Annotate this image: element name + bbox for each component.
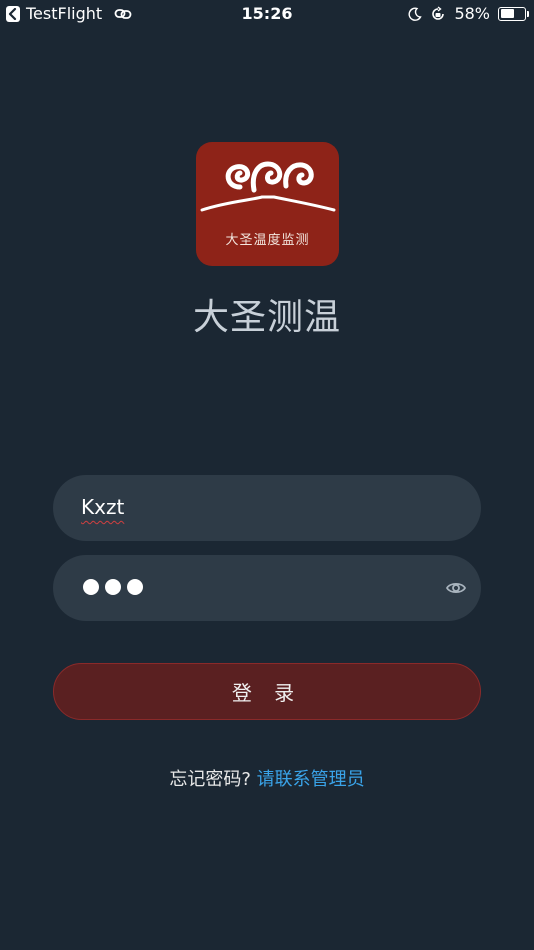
battery-icon bbox=[498, 6, 529, 21]
battery-percent: 58% bbox=[454, 4, 490, 23]
battery-level-fill bbox=[500, 9, 514, 18]
status-bar: TestFlight 15:26 58% bbox=[0, 0, 534, 28]
password-dot bbox=[127, 579, 143, 595]
app-logo: 大圣温度监测 bbox=[196, 142, 339, 266]
password-dot bbox=[83, 579, 99, 595]
username-field[interactable]: Kxzt bbox=[53, 475, 481, 541]
username-value[interactable]: Kxzt bbox=[81, 495, 124, 519]
login-button[interactable]: 登 录 bbox=[53, 663, 481, 720]
login-screen: TestFlight 15:26 58% 大圣温度监测 大圣测温 Kxzt 登 … bbox=[0, 0, 534, 950]
status-bar-right: 58% bbox=[408, 4, 529, 23]
contact-admin-link[interactable]: 请联系管理员 bbox=[257, 769, 365, 790]
moon-icon bbox=[408, 7, 423, 21]
eye-icon[interactable] bbox=[445, 577, 467, 599]
forgot-password-row: 忘记密码? 请联系管理员 bbox=[0, 765, 534, 791]
app-title: 大圣测温 bbox=[192, 297, 341, 338]
password-dot bbox=[105, 579, 121, 595]
logo-caption: 大圣温度监测 bbox=[225, 233, 310, 248]
forgot-password-text: 忘记密码? bbox=[169, 769, 251, 790]
password-field[interactable] bbox=[53, 555, 481, 621]
password-mask[interactable] bbox=[83, 579, 143, 595]
rotation-lock-icon bbox=[430, 5, 446, 22]
